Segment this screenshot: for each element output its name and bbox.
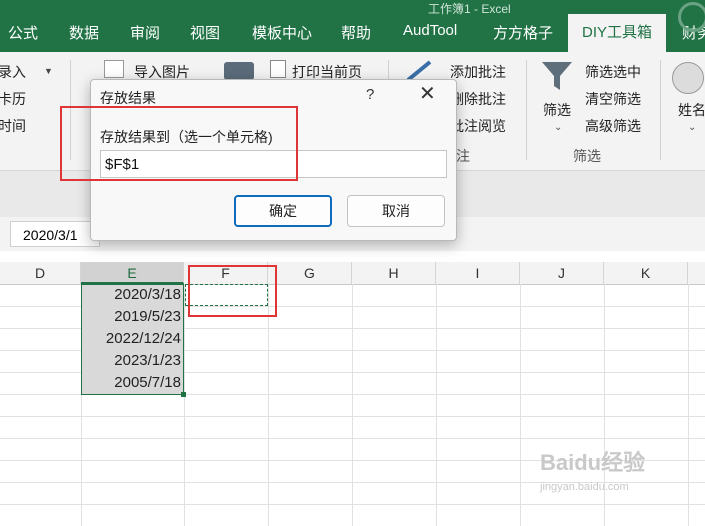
person-icon [672,62,704,94]
dialog-title: 存放结果 [100,90,156,106]
filter-group-label: 筛选 [573,148,601,164]
cell-e5[interactable]: 2005/7/18 [81,372,181,394]
column-header-g[interactable]: G [268,262,352,284]
column-header-k[interactable]: K [604,262,688,284]
account-icon[interactable] [678,2,705,32]
add-comment-button[interactable]: 添加批注 [450,62,506,82]
comment-group-label: 注 [456,148,470,164]
column-header-d[interactable]: D [0,262,81,284]
picture-icon [104,60,124,78]
watermark-sub: jingyan.baidu.com [540,481,629,493]
cancel-button[interactable]: 取消 [347,195,445,227]
column-header-e[interactable]: E [81,262,184,284]
ribbon-divider [660,60,661,160]
grid-line [352,284,353,526]
dropdown-arrow-icon: ▼ [44,66,53,76]
ok-button[interactable]: 确定 [234,195,332,227]
clear-filter-button[interactable]: 清空筛选 [585,89,641,109]
window-title-fragment: 工作簿1 - Excel [428,2,511,16]
ribbon-divider [526,60,527,160]
tab-help[interactable]: 帮助 [341,22,371,43]
highlight-box-dialog-input [60,106,298,181]
chevron-down-icon: ⌄ [554,122,563,133]
column-header-j[interactable]: J [520,262,604,284]
ribbon-item-entry[interactable]: 录入 [0,62,26,82]
cell-e1[interactable]: 2020/3/18 [81,284,181,306]
tab-diy-toolbox[interactable]: DIY工具箱 [568,14,667,52]
filter-button[interactable]: 筛选 [543,100,571,120]
fill-handle[interactable] [181,392,186,397]
grid-line [0,438,705,439]
tab-fangfang-gezi[interactable]: 方方格子 [493,22,553,43]
tab-review[interactable]: 审阅 [130,22,160,43]
watermark: Baidu经验 jingyan.baidu.com [540,445,670,505]
grid-line [268,284,269,526]
grid-line [0,416,705,417]
tab-template-center[interactable]: 模板中心 [252,22,312,43]
tab-audtool[interactable]: AudTool [403,22,457,39]
ribbon-tab-bar: 工作簿1 - Excel 公式 数据 审阅 视图 模板中心 帮助 AudTool… [0,0,705,52]
help-button[interactable]: ? [366,86,374,103]
cell-e2[interactable]: 2019/5/23 [81,306,181,328]
view-comments-button[interactable]: 批注阅览 [450,116,506,136]
cell-e4[interactable]: 2023/1/23 [81,350,181,372]
column-header-h[interactable]: H [352,262,436,284]
page-icon [270,60,286,78]
column-header-i[interactable]: I [436,262,520,284]
name-box[interactable]: 2020/3/1 [10,221,100,247]
name-button[interactable]: 姓名 [678,100,705,120]
watermark-main: Baidu经验 [540,450,646,475]
delete-comment-button[interactable]: 删除批注 [450,89,506,109]
close-icon[interactable]: ✕ [419,84,436,104]
highlight-box-cell-f1 [188,265,277,317]
ribbon-item-calendar[interactable]: 卡历 [0,89,26,109]
chevron-down-icon: ⌄ [688,122,697,133]
grid-line [688,284,689,526]
printer-icon [224,62,254,80]
grid-line [520,284,521,526]
grid-line [184,284,185,526]
tab-formulas[interactable]: 公式 [8,22,38,43]
filter-selected-button[interactable]: 筛选选中 [585,62,641,82]
column-headers: D E F G H I J K [0,262,705,285]
tab-view[interactable]: 视图 [190,22,220,43]
tab-data[interactable]: 数据 [69,22,99,43]
advanced-filter-button[interactable]: 高级筛选 [585,116,641,136]
ribbon-item-time[interactable]: 时间 [0,116,26,136]
grid-line [436,284,437,526]
filter-funnel-icon [540,60,574,92]
cell-e3[interactable]: 2022/12/24 [81,328,181,350]
